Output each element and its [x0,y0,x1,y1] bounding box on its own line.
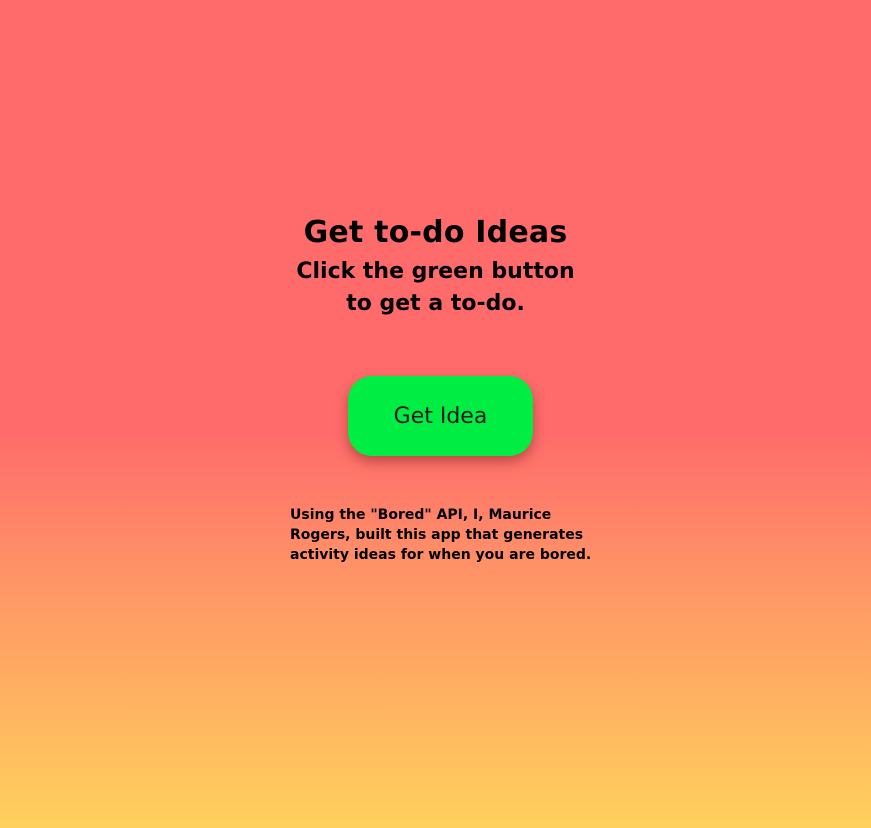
credit-text: Using the "Bored" API, I, Maurice Rogers… [290,505,592,565]
instruction-line: to get a to-do. [346,291,525,316]
get-idea-button[interactable]: Get Idea [348,376,533,456]
instruction-text: Click the green button to get a to-do. [0,256,871,320]
credit-line: activity ideas for when you are bored. [290,547,592,563]
instruction-line: Click the green button [296,259,575,284]
page-title: Get to-do Ideas [303,215,568,251]
credit-line: Rogers, built this app that generates [290,527,584,543]
credit-line: Using the "Bored" API, I, Maurice [290,507,552,523]
